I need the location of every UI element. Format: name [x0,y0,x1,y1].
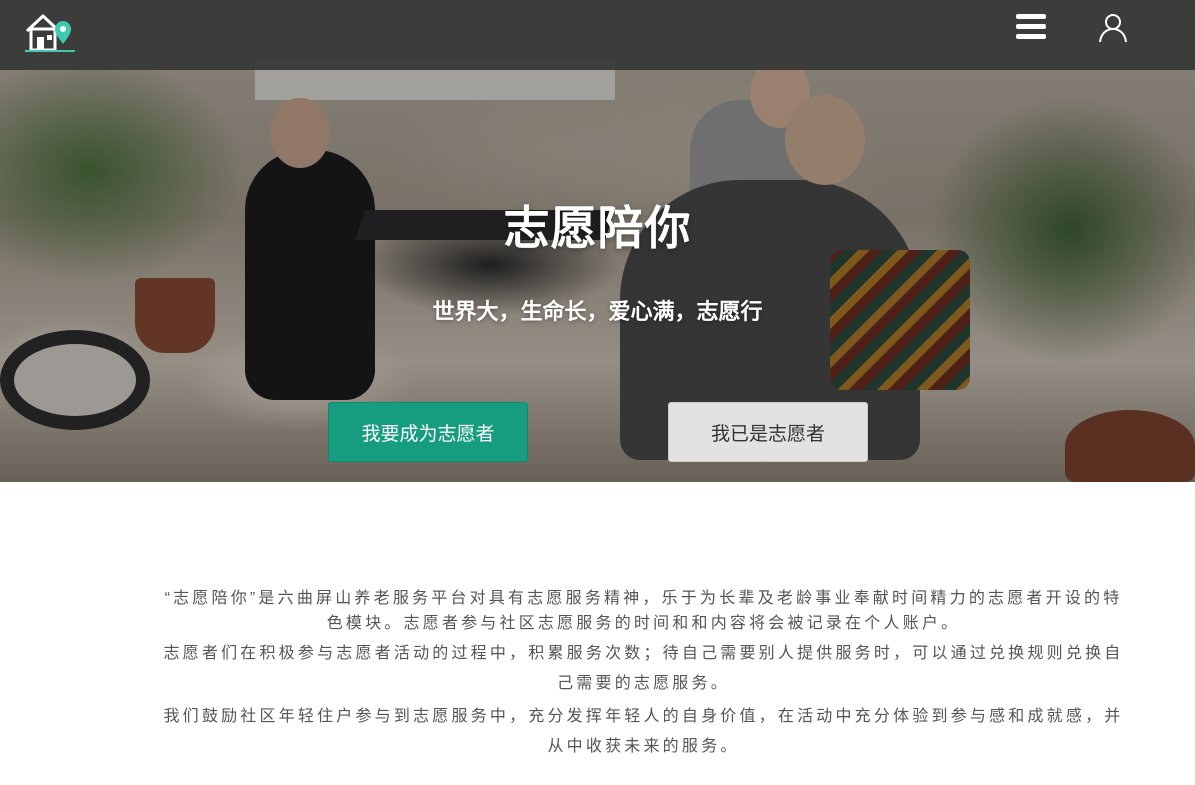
hamburger-menu-icon[interactable] [1016,14,1050,42]
intro-paragraph: “志愿陪你”是六曲屏山养老服务平台对具有志愿服务精神，乐于为长辈及老龄事业奉献时… [164,590,1123,632]
user-account-icon[interactable] [1097,12,1129,44]
hero-subtitle: 世界大，生命长，爱心满，志愿行 [432,300,763,325]
become-volunteer-button[interactable]: 我要成为志愿者 [328,402,528,462]
hero-title: 志愿陪你 [503,201,692,255]
already-volunteer-button[interactable]: 我已是志愿者 [668,402,868,462]
top-navbar [0,0,1195,70]
intro-section: “志愿陪你”是六曲屏山养老服务平台对具有志愿服务精神，乐于为长辈及老龄事业奉献时… [160,586,1127,762]
intro-paragraph: 我们鼓励社区年轻住户参与到志愿服务中，充分发挥年轻人的自身价值，在活动中充分体验… [163,708,1124,755]
intro-paragraph: 志愿者们在积极参与志愿者活动的过程中，积累服务次数；待自己需要别人提供服务时，可… [163,645,1124,692]
house-location-pin-logo-icon[interactable] [23,10,77,54]
